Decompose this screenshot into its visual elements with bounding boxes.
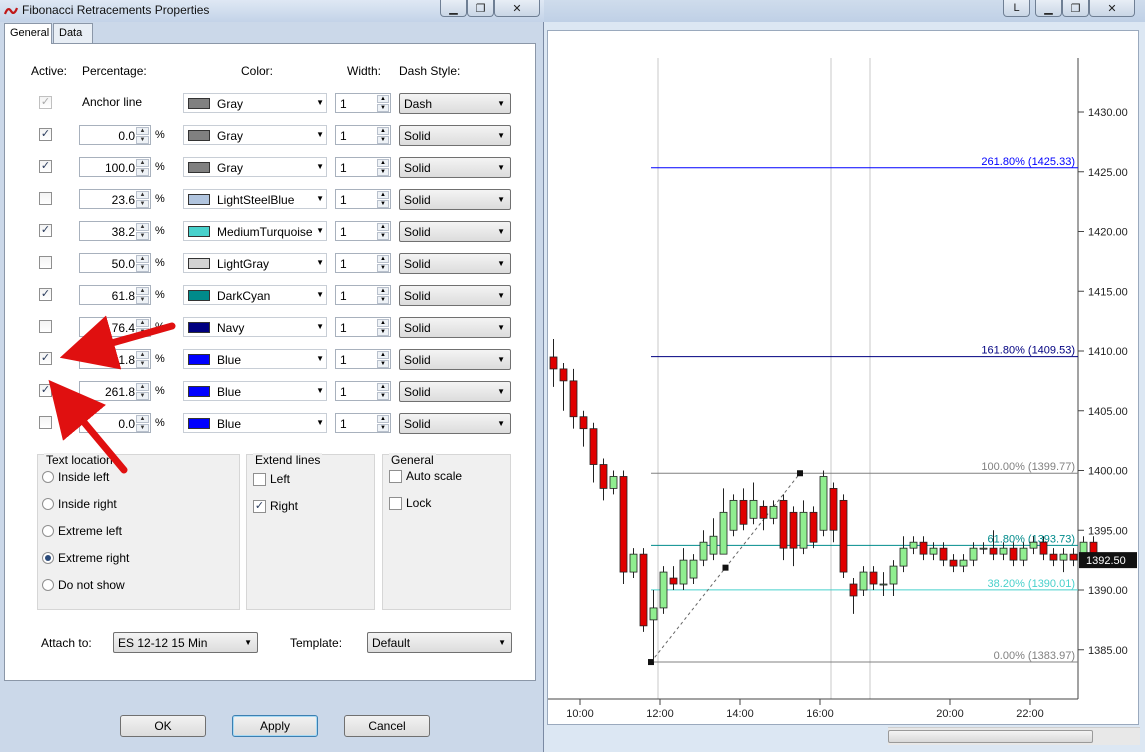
- candle-body: [1069, 553, 1078, 561]
- price-tick-label: 1410.00: [1088, 346, 1128, 358]
- arrow-to-261-row: [48, 379, 128, 474]
- price-chart[interactable]: 1430.00 1425.00 1420.00 1415.00 1410.00 1405.…: [548, 31, 1140, 726]
- candle-body: [559, 368, 568, 382]
- candle-body: [809, 511, 818, 543]
- candle-body: [669, 577, 678, 585]
- fib-level-label: 100.00% (1399.77): [981, 461, 1075, 473]
- candle-body: [1029, 541, 1038, 549]
- candle-body: [829, 488, 838, 531]
- candle-body: [909, 541, 918, 549]
- candle-body: [709, 535, 718, 555]
- candle-body: [589, 428, 598, 465]
- candle-body: [949, 559, 958, 567]
- candle-body: [689, 559, 698, 579]
- candle-body: [579, 416, 588, 430]
- time-tick-label: 14:00: [726, 708, 754, 720]
- candle-body: [969, 547, 978, 561]
- time-tick-label: 16:00: [806, 708, 834, 720]
- candle-body: [749, 499, 758, 519]
- candle-body: [679, 559, 688, 585]
- price-tick-label: 1420.00: [1088, 227, 1128, 239]
- close-icon[interactable]: ✕: [1089, 0, 1135, 17]
- candle-body: [899, 547, 908, 567]
- fib-level-label: 161.80% (1409.53): [981, 345, 1075, 357]
- candle-body: [789, 511, 798, 549]
- candle-body: [939, 547, 948, 561]
- candle-body: [859, 571, 868, 591]
- maximize-icon[interactable]: ❐: [1062, 0, 1089, 17]
- candle-body: [699, 541, 708, 561]
- candle-body: [629, 553, 638, 573]
- minimize-icon[interactable]: ▁: [1035, 0, 1062, 17]
- chart-window: L ▁ ❐ ✕ 1430.00 1425.00 1420.00 1415.00 1410…: [541, 0, 1145, 752]
- candle-body: [1009, 547, 1018, 561]
- price-tick-label: 1395.00: [1088, 525, 1128, 537]
- fib-level-label: 261.80% (1425.33): [981, 156, 1075, 168]
- candle-body: [719, 511, 728, 555]
- candle-body: [649, 607, 658, 621]
- candle-body: [1019, 547, 1028, 561]
- candle-body: [1059, 553, 1068, 561]
- candle-body: [849, 583, 858, 597]
- price-tick-label: 1400.00: [1088, 466, 1128, 478]
- candle-body: [779, 499, 788, 549]
- candle-body: [569, 380, 578, 418]
- arrow-to-161-row: [59, 315, 176, 370]
- chart-l-button[interactable]: L: [1003, 0, 1030, 17]
- candle-body: [759, 505, 768, 519]
- candle-body: [1039, 541, 1048, 555]
- anchor-handle: [722, 564, 729, 571]
- candle-body: [819, 476, 828, 531]
- candle-body: [879, 583, 888, 586]
- fib-level-label: 0.00% (1383.97): [994, 650, 1075, 662]
- price-tick-label: 1405.00: [1088, 406, 1128, 418]
- scrollbar-thumb[interactable]: [888, 730, 1093, 743]
- fib-level-label: 38.20% (1390.01): [988, 578, 1075, 590]
- chart-area[interactable]: 1430.00 1425.00 1420.00 1415.00 1410.00 1405.…: [547, 30, 1140, 745]
- candle-body: [609, 476, 618, 489]
- candle-body: [739, 499, 748, 525]
- anchor-handle: [797, 470, 803, 477]
- candle-body: [989, 547, 998, 555]
- time-tick-label: 12:00: [646, 708, 674, 720]
- chart-scrollbar[interactable]: [888, 727, 1140, 745]
- candle-body: [599, 464, 608, 489]
- candle-body: [769, 505, 778, 519]
- candle-body: [1049, 553, 1058, 561]
- price-tick-label: 1425.00: [1088, 167, 1128, 179]
- price-tick-label: 1430.00: [1088, 107, 1128, 119]
- candle-body: [869, 571, 878, 585]
- candle-body: [799, 511, 808, 549]
- candle-body: [889, 565, 898, 585]
- price-tick-label: 1415.00: [1088, 286, 1128, 298]
- time-tick-label: 22:00: [1016, 708, 1044, 720]
- price-tick-label: 1390.00: [1088, 585, 1128, 597]
- time-tick-label: 10:00: [566, 708, 594, 720]
- candle-body: [619, 476, 628, 573]
- current-price-label: 1392.50: [1086, 555, 1126, 567]
- candle-body: [639, 553, 648, 627]
- candle-body: [729, 499, 738, 531]
- tab-general[interactable]: General: [4, 23, 52, 44]
- candle-body: [959, 559, 968, 567]
- candle-body: [549, 356, 558, 370]
- candle-body: [929, 547, 938, 555]
- candle-body: [999, 547, 1008, 555]
- candle-body: [839, 499, 848, 573]
- time-tick-label: 20:00: [936, 708, 964, 720]
- annotation-arrows: [48, 315, 176, 474]
- chart-titlebar: L ▁ ❐ ✕: [541, 0, 1145, 22]
- price-tick-label: 1385.00: [1088, 645, 1128, 657]
- candle-body: [919, 541, 928, 555]
- candle-body: [659, 571, 668, 609]
- candle-body: [979, 547, 988, 550]
